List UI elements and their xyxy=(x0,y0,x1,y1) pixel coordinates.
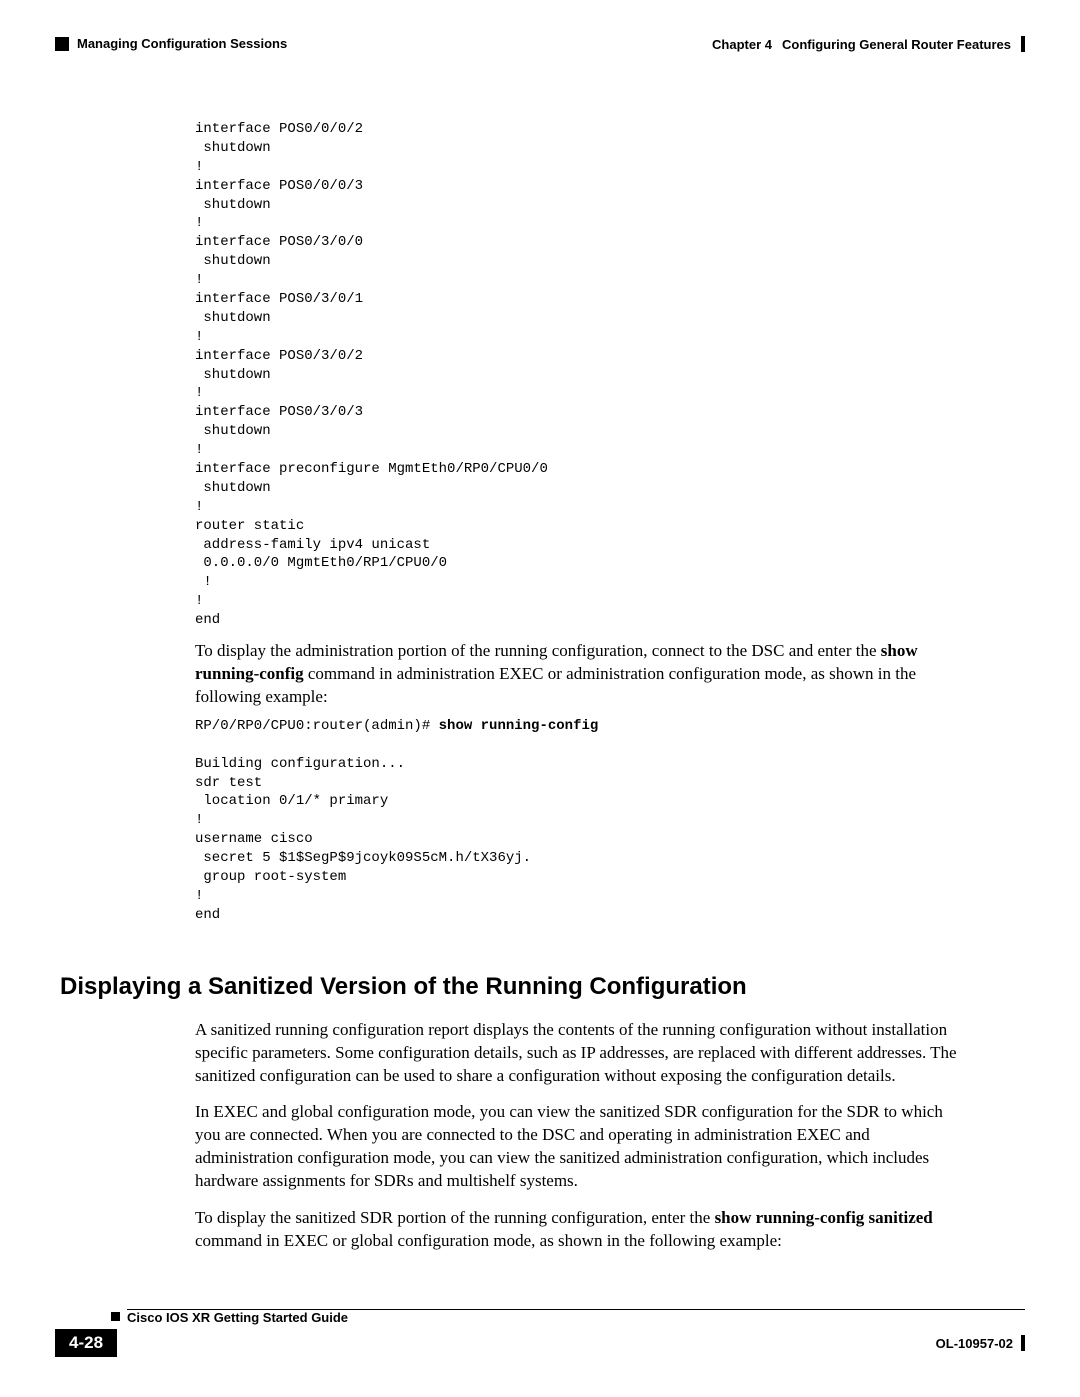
section-heading-sanitized: Displaying a Sanitized Version of the Ru… xyxy=(60,973,970,1001)
sanitized-para-3: To display the sanitized SDR portion of … xyxy=(195,1207,970,1253)
header-marker-icon xyxy=(55,37,69,51)
header-right: Chapter 4 Configuring General Router Fea… xyxy=(712,36,1025,52)
page-footer: Cisco IOS XR Getting Started Guide 4-28 … xyxy=(55,1309,1025,1357)
page-header: Managing Configuration Sessions Chapter … xyxy=(55,36,1025,52)
footer-document-id: OL-10957-02 xyxy=(936,1335,1025,1351)
section-breadcrumb: Managing Configuration Sessions xyxy=(77,36,287,51)
config-output-block-2: RP/0/RP0/CPU0:router(admin)# show runnin… xyxy=(195,717,970,925)
header-left: Managing Configuration Sessions xyxy=(55,36,287,51)
page-number-badge: 4-28 xyxy=(55,1329,117,1357)
chapter-title: Configuring General Router Features xyxy=(782,37,1011,52)
sanitized-para-1: A sanitized running configuration report… xyxy=(195,1019,970,1088)
para1-part-a: To display the administration portion of… xyxy=(195,641,881,660)
show-running-config-sanitized-command: show running-config sanitized xyxy=(715,1208,933,1227)
doc-id-text: OL-10957-02 xyxy=(936,1336,1013,1351)
para4-part-c: command in EXEC or global configuration … xyxy=(195,1231,782,1250)
footer-divider-icon xyxy=(1021,1335,1025,1351)
sanitized-para-2: In EXEC and global configuration mode, y… xyxy=(195,1101,970,1193)
footer-guide-title: Cisco IOS XR Getting Started Guide xyxy=(127,1310,1025,1325)
chapter-number: Chapter 4 xyxy=(712,37,772,52)
config-output-block-1: interface POS0/0/0/2 shutdown ! interfac… xyxy=(195,120,970,630)
cli-command: show running-config xyxy=(439,718,599,734)
footer-row: 4-28 OL-10957-02 xyxy=(55,1329,1025,1357)
para1-part-c: command in administration EXEC or admini… xyxy=(195,664,916,706)
cli-prompt: RP/0/RP0/CPU0:router(admin)# xyxy=(195,718,439,734)
para4-part-a: To display the sanitized SDR portion of … xyxy=(195,1208,715,1227)
admin-config-paragraph: To display the administration portion of… xyxy=(195,640,970,709)
cli-output: Building configuration... sdr test locat… xyxy=(195,756,531,923)
header-divider-icon xyxy=(1021,36,1025,52)
main-content: interface POS0/0/0/2 shutdown ! interfac… xyxy=(195,120,970,1253)
